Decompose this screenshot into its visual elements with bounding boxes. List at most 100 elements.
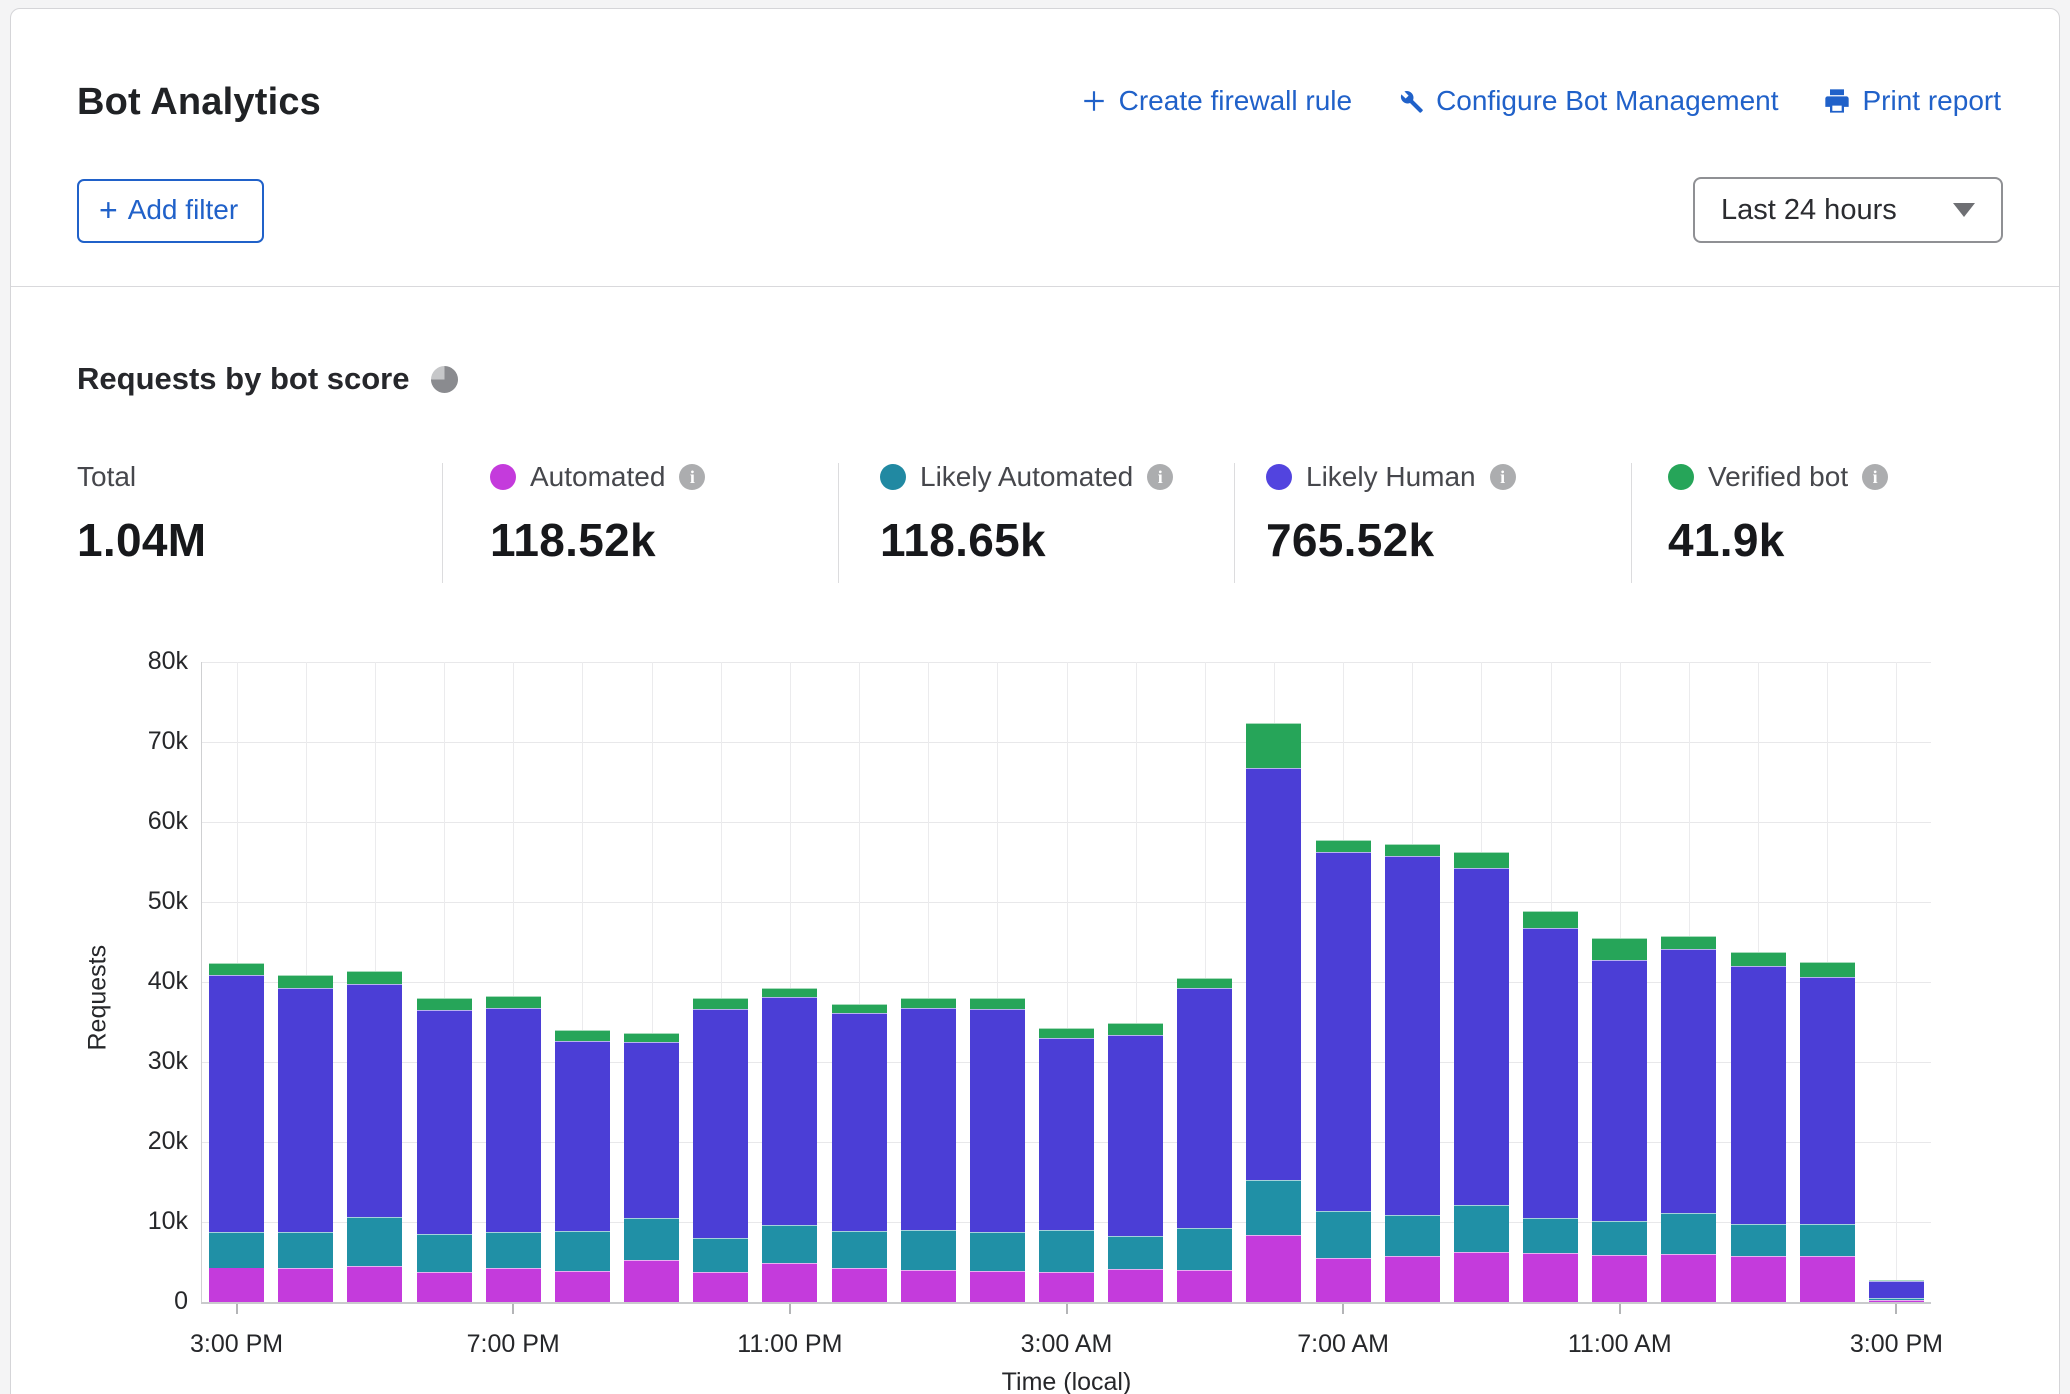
bar-segment-likely-automated[interactable] xyxy=(1454,1205,1509,1252)
bar-segment-likely-human[interactable] xyxy=(901,1008,956,1230)
bar-segment-likely-automated[interactable] xyxy=(832,1231,887,1268)
bar-segment-verified-bot[interactable] xyxy=(832,1004,887,1014)
bar-segment-verified-bot[interactable] xyxy=(1177,978,1232,988)
bar-segment-likely-automated[interactable] xyxy=(970,1232,1025,1271)
bar-segment-likely-human[interactable] xyxy=(555,1041,610,1231)
bar-segment-verified-bot[interactable] xyxy=(970,998,1025,1009)
time-range-select[interactable]: Last 24 hours xyxy=(1693,177,2003,243)
bar-segment-automated[interactable] xyxy=(1523,1253,1578,1302)
bar-segment-likely-human[interactable] xyxy=(1731,966,1786,1224)
bar-segment-likely-human[interactable] xyxy=(1800,977,1855,1224)
bar-segment-likely-automated[interactable] xyxy=(1108,1236,1163,1270)
bar-segment-automated[interactable] xyxy=(901,1270,956,1302)
bar-segment-automated[interactable] xyxy=(1177,1270,1232,1302)
bar-segment-likely-automated[interactable] xyxy=(901,1230,956,1270)
bar-segment-automated[interactable] xyxy=(1039,1272,1094,1302)
bar-segment-automated[interactable] xyxy=(1246,1235,1301,1302)
info-icon[interactable]: i xyxy=(1147,464,1173,490)
bar-segment-likely-human[interactable] xyxy=(1385,856,1440,1215)
info-icon[interactable]: i xyxy=(1862,464,1888,490)
bar-segment-likely-human[interactable] xyxy=(970,1009,1025,1231)
bar-segment-verified-bot[interactable] xyxy=(1661,936,1716,950)
bar-segment-likely-automated[interactable] xyxy=(1731,1224,1786,1256)
bar-segment-automated[interactable] xyxy=(832,1268,887,1302)
bar-segment-automated[interactable] xyxy=(1592,1255,1647,1302)
bar-segment-automated[interactable] xyxy=(762,1263,817,1302)
bar-segment-automated[interactable] xyxy=(209,1268,264,1302)
bar-segment-likely-human[interactable] xyxy=(1177,988,1232,1227)
bar-segment-verified-bot[interactable] xyxy=(555,1030,610,1041)
bar-segment-likely-automated[interactable] xyxy=(555,1231,610,1271)
bar-segment-automated[interactable] xyxy=(278,1268,333,1302)
bar-segment-automated[interactable] xyxy=(693,1272,748,1302)
bar-segment-likely-automated[interactable] xyxy=(1316,1211,1371,1258)
bar-segment-likely-human[interactable] xyxy=(762,997,817,1225)
bar-segment-verified-bot[interactable] xyxy=(1731,952,1786,966)
info-icon[interactable]: i xyxy=(1490,464,1516,490)
bar-segment-verified-bot[interactable] xyxy=(1316,840,1371,853)
bar-segment-likely-automated[interactable] xyxy=(1246,1180,1301,1234)
bar-segment-likely-automated[interactable] xyxy=(417,1234,472,1272)
bar-segment-likely-automated[interactable] xyxy=(1385,1215,1440,1257)
bar-segment-verified-bot[interactable] xyxy=(1246,723,1301,769)
bar-segment-likely-human[interactable] xyxy=(832,1013,887,1231)
bar-segment-automated[interactable] xyxy=(1661,1254,1716,1302)
bar-segment-likely-human[interactable] xyxy=(624,1042,679,1218)
bar-segment-verified-bot[interactable] xyxy=(1800,962,1855,977)
bar-segment-automated[interactable] xyxy=(417,1272,472,1302)
bar-segment-likely-human[interactable] xyxy=(1869,1281,1924,1299)
bar-segment-verified-bot[interactable] xyxy=(1454,852,1509,868)
bar-segment-automated[interactable] xyxy=(1454,1252,1509,1302)
bar-segment-verified-bot[interactable] xyxy=(1039,1028,1094,1038)
bar-segment-verified-bot[interactable] xyxy=(278,975,333,988)
bar-segment-likely-automated[interactable] xyxy=(1039,1230,1094,1272)
bar-segment-automated[interactable] xyxy=(1108,1269,1163,1302)
bar-segment-likely-automated[interactable] xyxy=(762,1225,817,1263)
bar-segment-likely-human[interactable] xyxy=(278,988,333,1232)
bar-segment-likely-automated[interactable] xyxy=(1523,1218,1578,1253)
bar-segment-automated[interactable] xyxy=(486,1268,541,1302)
bar-segment-likely-human[interactable] xyxy=(1454,868,1509,1205)
configure-bot-management-link[interactable]: Configure Bot Management xyxy=(1396,85,1778,117)
bar-segment-likely-human[interactable] xyxy=(1108,1035,1163,1236)
bar-segment-likely-automated[interactable] xyxy=(486,1232,541,1268)
bar-segment-verified-bot[interactable] xyxy=(762,988,817,998)
bar-segment-verified-bot[interactable] xyxy=(901,998,956,1008)
bar-segment-verified-bot[interactable] xyxy=(624,1033,679,1042)
bar-segment-automated[interactable] xyxy=(347,1266,402,1302)
bar-segment-likely-automated[interactable] xyxy=(1592,1221,1647,1255)
bar-segment-verified-bot[interactable] xyxy=(347,971,402,985)
bar-segment-verified-bot[interactable] xyxy=(417,998,472,1010)
bar-segment-automated[interactable] xyxy=(1869,1300,1924,1302)
bar-segment-automated[interactable] xyxy=(1800,1256,1855,1302)
bar-segment-verified-bot[interactable] xyxy=(1523,911,1578,929)
bar-segment-likely-human[interactable] xyxy=(1592,960,1647,1222)
info-icon[interactable]: i xyxy=(679,464,705,490)
add-filter-button[interactable]: + Add filter xyxy=(77,179,264,243)
bar-segment-likely-human[interactable] xyxy=(1246,768,1301,1180)
bar-segment-likely-automated[interactable] xyxy=(1869,1298,1924,1300)
bar-segment-likely-automated[interactable] xyxy=(624,1218,679,1260)
bar-segment-verified-bot[interactable] xyxy=(209,963,264,975)
bar-segment-automated[interactable] xyxy=(1731,1256,1786,1302)
bar-segment-verified-bot[interactable] xyxy=(693,998,748,1009)
bar-segment-likely-automated[interactable] xyxy=(347,1217,402,1266)
bar-segment-verified-bot[interactable] xyxy=(1108,1023,1163,1035)
bar-segment-likely-automated[interactable] xyxy=(209,1232,264,1267)
bar-segment-likely-human[interactable] xyxy=(347,984,402,1217)
bar-segment-likely-human[interactable] xyxy=(693,1009,748,1238)
bar-segment-likely-human[interactable] xyxy=(1039,1038,1094,1230)
print-report-link[interactable]: Print report xyxy=(1823,85,2002,117)
bar-segment-automated[interactable] xyxy=(624,1260,679,1302)
bar-segment-likely-human[interactable] xyxy=(1316,852,1371,1210)
bar-segment-verified-bot[interactable] xyxy=(1385,844,1440,856)
bar-segment-likely-automated[interactable] xyxy=(1177,1228,1232,1270)
bar-segment-likely-human[interactable] xyxy=(1523,928,1578,1218)
bar-segment-automated[interactable] xyxy=(555,1271,610,1302)
bar-segment-likely-automated[interactable] xyxy=(1800,1224,1855,1256)
bar-segment-likely-automated[interactable] xyxy=(1661,1213,1716,1254)
bar-segment-likely-automated[interactable] xyxy=(693,1238,748,1272)
bar-segment-likely-human[interactable] xyxy=(209,975,264,1233)
bar-segment-likely-human[interactable] xyxy=(486,1008,541,1232)
bar-segment-likely-automated[interactable] xyxy=(278,1232,333,1268)
